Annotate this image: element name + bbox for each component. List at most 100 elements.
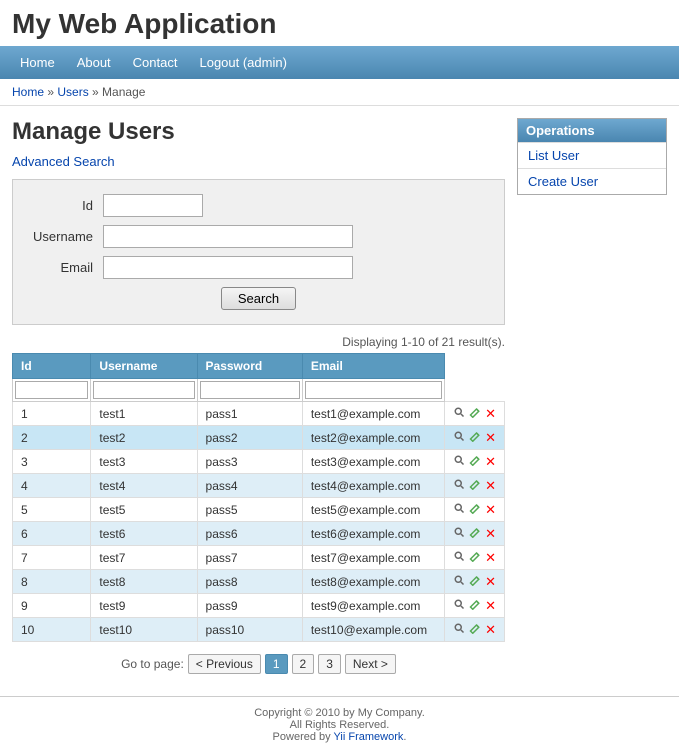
cell-username: test1 bbox=[91, 402, 197, 426]
cell-password: pass5 bbox=[197, 498, 302, 522]
cell-id: 8 bbox=[13, 570, 91, 594]
view-icon[interactable] bbox=[453, 406, 465, 421]
action-cell: ✕ bbox=[445, 474, 505, 498]
edit-icon[interactable] bbox=[469, 478, 481, 493]
users-table: Id Username Password Email 1test1pass1te… bbox=[12, 353, 505, 642]
results-info: Displaying 1-10 of 21 result(s). bbox=[12, 335, 505, 349]
filter-id[interactable] bbox=[15, 381, 88, 399]
cell-password: pass10 bbox=[197, 618, 302, 642]
view-icon[interactable] bbox=[453, 430, 465, 445]
delete-icon[interactable]: ✕ bbox=[485, 407, 496, 420]
cell-id: 7 bbox=[13, 546, 91, 570]
breadcrumb-home[interactable]: Home bbox=[12, 85, 44, 99]
footer-line1: Copyright © 2010 by My Company. bbox=[10, 707, 669, 719]
breadcrumb: Home » Users » Manage bbox=[0, 79, 679, 106]
footer-powered-by: Powered by bbox=[273, 731, 334, 743]
table-row: 4test4pass4test4@example.com ✕ bbox=[13, 474, 505, 498]
sidebar: Operations List User Create User bbox=[517, 118, 667, 674]
edit-icon[interactable] bbox=[469, 454, 481, 469]
delete-icon[interactable]: ✕ bbox=[485, 431, 496, 444]
col-id[interactable]: Id bbox=[13, 354, 91, 379]
cell-id: 10 bbox=[13, 618, 91, 642]
cell-email: test4@example.com bbox=[302, 474, 444, 498]
username-input[interactable] bbox=[103, 225, 353, 248]
view-icon[interactable] bbox=[453, 574, 465, 589]
page-1-button[interactable]: 1 bbox=[265, 654, 288, 674]
filter-password[interactable] bbox=[200, 381, 300, 399]
delete-icon[interactable]: ✕ bbox=[485, 479, 496, 492]
cell-id: 6 bbox=[13, 522, 91, 546]
id-input[interactable] bbox=[103, 194, 203, 217]
footer-line2: All Rights Reserved. bbox=[10, 719, 669, 731]
view-icon[interactable] bbox=[453, 622, 465, 637]
footer-yii-link[interactable]: Yii Framework bbox=[334, 731, 404, 743]
table-row: 9test9pass9test9@example.com ✕ bbox=[13, 594, 505, 618]
edit-icon[interactable] bbox=[469, 502, 481, 517]
cell-password: pass3 bbox=[197, 450, 302, 474]
list-user-link[interactable]: List User bbox=[528, 148, 579, 163]
view-icon[interactable] bbox=[453, 454, 465, 469]
delete-icon[interactable]: ✕ bbox=[485, 503, 496, 516]
id-row: Id bbox=[33, 194, 484, 217]
cell-email: test9@example.com bbox=[302, 594, 444, 618]
operations-box: Operations List User Create User bbox=[517, 118, 667, 195]
pagination: Go to page: < Previous 1 2 3 Next > bbox=[12, 654, 505, 674]
table-row: 8test8pass8test8@example.com ✕ bbox=[13, 570, 505, 594]
action-cell: ✕ bbox=[445, 498, 505, 522]
col-username[interactable]: Username bbox=[91, 354, 197, 379]
action-cell: ✕ bbox=[445, 450, 505, 474]
edit-icon[interactable] bbox=[469, 598, 481, 613]
view-icon[interactable] bbox=[453, 502, 465, 517]
cell-id: 5 bbox=[13, 498, 91, 522]
nav-logout[interactable]: Logout (admin) bbox=[189, 51, 296, 74]
nav-home[interactable]: Home bbox=[10, 51, 65, 74]
cell-email: test8@example.com bbox=[302, 570, 444, 594]
edit-icon[interactable] bbox=[469, 430, 481, 445]
page-2-button[interactable]: 2 bbox=[292, 654, 315, 674]
edit-icon[interactable] bbox=[469, 574, 481, 589]
view-icon[interactable] bbox=[453, 550, 465, 565]
delete-icon[interactable]: ✕ bbox=[485, 623, 496, 636]
edit-icon[interactable] bbox=[469, 622, 481, 637]
page-3-button[interactable]: 3 bbox=[318, 654, 341, 674]
cell-email: test7@example.com bbox=[302, 546, 444, 570]
delete-icon[interactable]: ✕ bbox=[485, 527, 496, 540]
advanced-search-link[interactable]: Advanced Search bbox=[12, 154, 115, 169]
cell-password: pass8 bbox=[197, 570, 302, 594]
nav-contact[interactable]: Contact bbox=[123, 51, 188, 74]
app-title: My Web Application bbox=[0, 0, 679, 46]
username-row: Username bbox=[33, 225, 484, 248]
footer: Copyright © 2010 by My Company. All Righ… bbox=[0, 696, 679, 753]
table-row: 5test5pass5test5@example.com ✕ bbox=[13, 498, 505, 522]
delete-icon[interactable]: ✕ bbox=[485, 551, 496, 564]
create-user-link[interactable]: Create User bbox=[528, 174, 598, 189]
delete-icon[interactable]: ✕ bbox=[485, 455, 496, 468]
delete-icon[interactable]: ✕ bbox=[485, 599, 496, 612]
search-button[interactable]: Search bbox=[221, 287, 296, 310]
email-input[interactable] bbox=[103, 256, 353, 279]
edit-icon[interactable] bbox=[469, 550, 481, 565]
filter-email[interactable] bbox=[305, 381, 442, 399]
edit-icon[interactable] bbox=[469, 406, 481, 421]
go-to-page-label: Go to page: bbox=[121, 657, 184, 671]
nav-about[interactable]: About bbox=[67, 51, 121, 74]
action-cell: ✕ bbox=[445, 426, 505, 450]
edit-icon[interactable] bbox=[469, 526, 481, 541]
col-email[interactable]: Email bbox=[302, 354, 444, 379]
delete-icon[interactable]: ✕ bbox=[485, 575, 496, 588]
next-button[interactable]: Next > bbox=[345, 654, 396, 674]
action-cell: ✕ bbox=[445, 522, 505, 546]
table-row: 7test7pass7test7@example.com ✕ bbox=[13, 546, 505, 570]
filter-username[interactable] bbox=[93, 381, 194, 399]
action-cell: ✕ bbox=[445, 402, 505, 426]
breadcrumb-users[interactable]: Users bbox=[57, 85, 88, 99]
col-password[interactable]: Password bbox=[197, 354, 302, 379]
table-header-row: Id Username Password Email bbox=[13, 354, 505, 379]
prev-button[interactable]: < Previous bbox=[188, 654, 261, 674]
id-label: Id bbox=[33, 198, 103, 213]
table-row: 1test1pass1test1@example.com ✕ bbox=[13, 402, 505, 426]
view-icon[interactable] bbox=[453, 478, 465, 493]
view-icon[interactable] bbox=[453, 598, 465, 613]
email-label: Email bbox=[33, 260, 103, 275]
view-icon[interactable] bbox=[453, 526, 465, 541]
